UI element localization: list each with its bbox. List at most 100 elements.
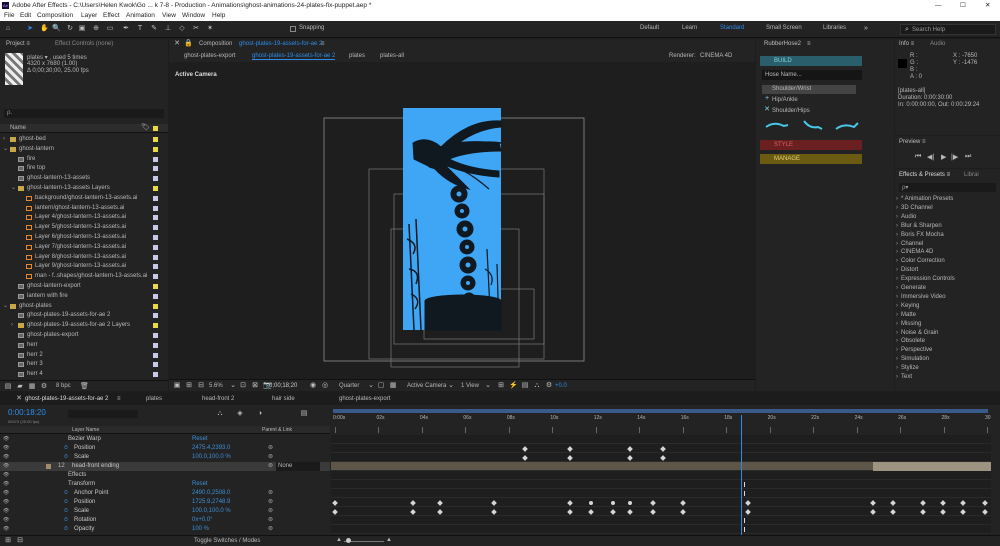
column-parent[interactable]: Parent & Link (262, 427, 292, 433)
effects-category-item[interactable]: › Channel (895, 240, 1000, 248)
camera-tool-icon[interactable]: ▣ (78, 25, 86, 33)
project-list-item[interactable]: Layer 4/ghost-lantern-13-assets.ai (0, 213, 168, 222)
project-list-item[interactable]: background/ghost-lantern-13-assets.ai (0, 194, 168, 203)
label-color-swatch[interactable] (153, 235, 158, 240)
effects-category-item[interactable]: › Obsolete (895, 337, 1000, 345)
expand-arrow-icon[interactable]: › (896, 284, 898, 292)
timeline-tab-ghost-plates-export[interactable]: ghost-plates-export (339, 396, 390, 402)
expand-arrow-icon[interactable]: › (896, 293, 898, 301)
resolution-select[interactable]: Quarter (339, 383, 359, 389)
workspace-learn[interactable]: Learn (682, 25, 697, 31)
collapse-icon[interactable]: ⊟ (16, 537, 24, 545)
label-color-swatch[interactable] (153, 323, 158, 329)
stopwatch-icon[interactable]: ⏱ (64, 453, 68, 462)
label-color-swatch[interactable] (153, 303, 158, 309)
fast-preview-icon[interactable]: ⚡ (509, 382, 518, 390)
pan-behind-icon[interactable]: ⊕ (92, 25, 100, 33)
timeline-current-time[interactable]: 0:00:18:20 (8, 408, 46, 417)
project-list-item[interactable]: › ghost-bed (0, 135, 168, 144)
project-list-item[interactable]: Layer 6/ghost-lantern-13-assets.ai (0, 233, 168, 242)
type-tool-icon[interactable]: T (136, 25, 144, 33)
prev-frame-button[interactable]: ◀| (927, 153, 934, 161)
channel-icon[interactable]: ◎ (321, 382, 329, 390)
expand-arrow-icon[interactable]: › (896, 213, 898, 221)
keyframe[interactable] (611, 500, 615, 505)
track-row[interactable] (331, 435, 991, 444)
draft-3d-icon[interactable]: ◈ (236, 410, 244, 418)
label-color-swatch[interactable] (153, 264, 158, 270)
pick-whip-icon[interactable]: ⊚ (268, 525, 273, 534)
adjust-icon[interactable]: ⚙ (40, 383, 48, 391)
label-color-swatch[interactable] (153, 215, 158, 221)
exposure-icon[interactable]: ⚙ (545, 382, 553, 390)
timeline-tab-menu[interactable]: ≡ (117, 396, 122, 402)
camera-view-dropdown-icon[interactable]: ⌄ (447, 382, 455, 390)
rh-list-item-shoulder-wrist[interactable]: Shoulder/Wrist (762, 85, 856, 94)
search-help-box[interactable]: ⌕ Search Help (900, 24, 996, 35)
close-button[interactable]: ✕ (985, 0, 990, 11)
pick-whip-icon[interactable]: ⊚ (268, 489, 273, 498)
brush-tool-icon[interactable]: ✎ (150, 25, 158, 33)
project-list-item[interactable]: Layer 7/ghost-lantern-13-assets.ai (0, 243, 168, 252)
visibility-eye-icon[interactable]: 👁 (3, 435, 9, 444)
rh-add-icon[interactable]: + (763, 95, 771, 103)
label-column-icon[interactable]: 🏷 (141, 124, 150, 132)
timeline-search-input[interactable] (68, 410, 138, 418)
rubberhose-menu-icon[interactable]: ≡ (807, 39, 811, 50)
label-color-swatch[interactable] (153, 372, 158, 378)
effects-category-item[interactable]: › Generate (895, 284, 1000, 292)
info-tab[interactable]: Info ≡ (899, 39, 914, 50)
region-of-interest-icon[interactable]: ▢ (377, 382, 385, 390)
visibility-eye-icon[interactable]: 👁 (3, 507, 9, 516)
project-list-item[interactable]: man - f..shapes/ghost-lantern-13-assets.… (0, 272, 168, 281)
safe-margins-icon[interactable]: ⊞ (185, 382, 193, 390)
project-list-item[interactable]: herr 4 (0, 370, 168, 379)
expand-arrow-icon[interactable]: › (896, 275, 898, 283)
twirl-arrow-icon[interactable]: ⌄ (11, 184, 17, 193)
label-color-swatch[interactable] (153, 205, 158, 211)
property-row[interactable]: 👁 ⏱ Position 1725.9,2748.9 ⊚ (0, 498, 330, 507)
effects-search-input[interactable]: ρ▾ (899, 183, 996, 192)
rectangle-tool-icon[interactable]: ▭ (106, 25, 114, 33)
expand-arrow-icon[interactable]: › (896, 257, 898, 265)
label-color-swatch[interactable] (153, 156, 158, 162)
expand-arrow-icon[interactable]: › (896, 231, 898, 239)
project-list-item[interactable]: ghost-plates-19-assets-for-ae 2 (0, 311, 168, 320)
effects-category-item[interactable]: › Boris FX Mocha (895, 231, 1000, 239)
zoom-slider-handle[interactable] (346, 538, 351, 543)
expand-arrow-icon[interactable]: › (896, 346, 898, 354)
new-comp-icon[interactable]: ▦ (28, 383, 36, 391)
interpret-footage-icon[interactable]: ▤ (4, 383, 12, 391)
project-list-item[interactable]: herr 3 (0, 360, 168, 369)
visibility-eye-icon[interactable]: 👁 (3, 462, 9, 471)
expand-arrow-icon[interactable]: › (896, 240, 898, 248)
property-row[interactable]: 👁 ⏱ Rotation 0x+0.0° ⊚ (0, 516, 330, 525)
rh-list-item-shoulder-hips[interactable]: Shoulder/Hips (762, 107, 856, 116)
label-color-swatch[interactable] (153, 137, 158, 142)
label-color-swatch[interactable] (153, 186, 158, 191)
menu-edit[interactable]: Edit (20, 11, 31, 21)
close-tab-icon[interactable]: ✕ (15, 395, 23, 403)
project-list-item[interactable]: ghost-lantern-export (0, 282, 168, 291)
label-color-swatch[interactable] (153, 313, 158, 319)
project-list-item[interactable]: › ghost-plates-19-assets-for-ae 2 Layers (0, 321, 168, 330)
effects-category-item[interactable]: › Noise & Grain (895, 329, 1000, 337)
effect-controls-tab[interactable]: Effect Controls (none) (55, 39, 113, 50)
project-list-item[interactable]: lantern with fire (0, 292, 168, 301)
transparency-grid-icon[interactable]: ▦ (389, 382, 397, 390)
aspect-icon[interactable]: ⊠ (251, 382, 259, 390)
expand-arrow-icon[interactable]: › (896, 266, 898, 274)
project-search-input[interactable]: ρ. (4, 109, 164, 118)
resolution-dropdown-icon[interactable]: ⌄ (367, 382, 375, 390)
label-color-swatch[interactable] (153, 254, 158, 260)
label-color-swatch[interactable] (153, 244, 158, 250)
audio-tab[interactable]: Audio (930, 39, 945, 50)
layer-label-color[interactable] (46, 464, 51, 469)
effects-category-item[interactable]: › Immersive Video (895, 293, 1000, 301)
home-icon[interactable]: ⌂ (4, 25, 12, 33)
minimize-button[interactable]: — (935, 0, 942, 11)
rh-hose-name-input[interactable]: Hose Name... (762, 70, 862, 80)
workspace-small-screen[interactable]: Small Screen (766, 25, 802, 31)
expand-arrow-icon[interactable]: › (896, 222, 898, 230)
view-layout-select[interactable]: 1 View (461, 383, 479, 389)
